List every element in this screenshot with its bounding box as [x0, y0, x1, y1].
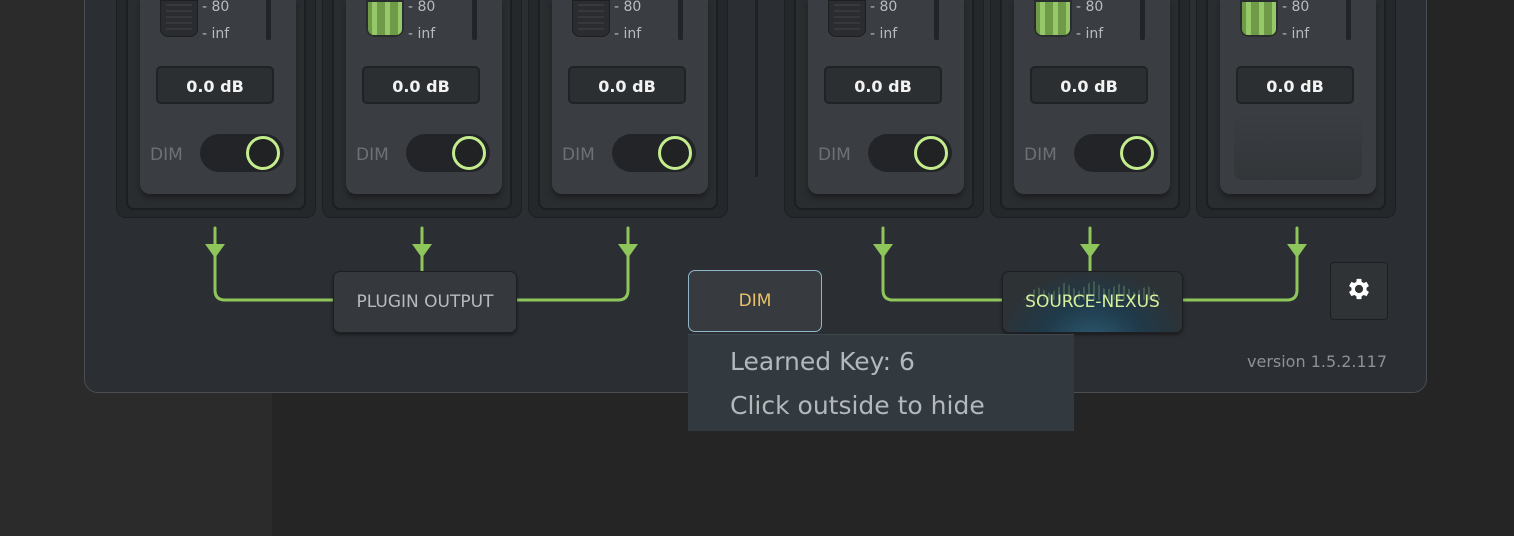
arrow-ch2: [412, 244, 432, 258]
connector-ch1: [213, 226, 335, 302]
connector-ch4: [881, 226, 1004, 302]
plugin-output-button[interactable]: PLUGIN OUTPUT: [333, 271, 517, 333]
source-nexus-button[interactable]: SOURCE-NEXUS: [1002, 271, 1183, 333]
tooltip-hide-hint: Click outside to hide: [730, 391, 985, 420]
dim-button-label: DIM: [738, 291, 772, 311]
settings-button[interactable]: [1330, 262, 1388, 320]
arrow-ch4: [873, 244, 893, 258]
dim-button[interactable]: DIM: [688, 270, 822, 332]
routing-connectors: [205, 226, 1307, 302]
connector-ch6: [1181, 226, 1299, 302]
arrow-ch3: [618, 244, 638, 258]
learned-key-tooltip[interactable]: Learned Key: 6 Click outside to hide: [688, 334, 1074, 431]
plugin-output-label: PLUGIN OUTPUT: [356, 292, 494, 312]
tooltip-learned-key: Learned Key: 6: [730, 347, 915, 376]
gear-icon: [1345, 275, 1373, 307]
arrow-ch1: [205, 244, 225, 258]
arrow-ch5: [1080, 244, 1100, 258]
arrow-ch6: [1287, 244, 1307, 258]
version-label: version 1.5.2.117: [1247, 352, 1388, 371]
source-nexus-label: SOURCE-NEXUS: [1025, 292, 1160, 312]
connector-ch3: [515, 226, 630, 302]
